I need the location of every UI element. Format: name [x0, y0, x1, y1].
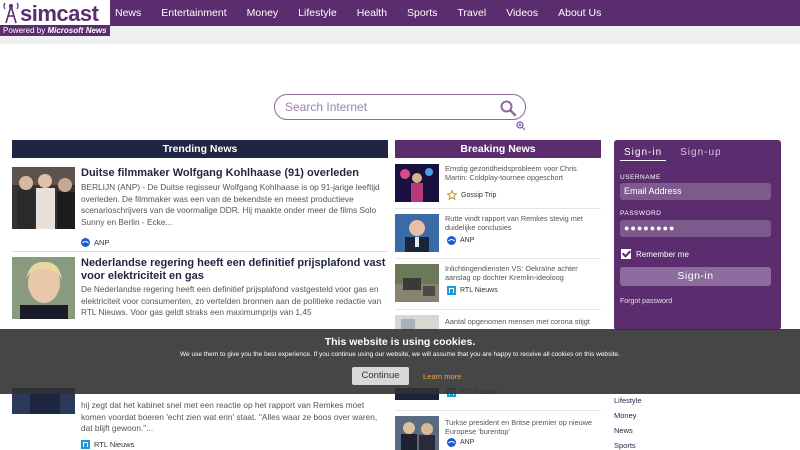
article-snippet: De Nederlandse regering heeft een defini… — [81, 284, 382, 317]
password-field[interactable]: ●●●●●●●● — [620, 220, 771, 237]
news-source: RTL Nieuws — [447, 286, 498, 295]
auth-tabs: Sign-in Sign-up — [620, 146, 736, 161]
breaking-news-item[interactable]: Ernstig gezondheidsprobleem voor Chris M… — [395, 164, 601, 208]
cookie-banner: This website is using cookies. We use th… — [0, 329, 800, 394]
news-thumbnail[interactable] — [395, 214, 439, 252]
article-title[interactable]: Nederlandse regering heeft een definitie… — [81, 257, 386, 283]
rtl-logo-icon — [447, 286, 456, 295]
search-box — [274, 94, 526, 120]
divider — [395, 258, 601, 259]
search-input[interactable] — [285, 98, 495, 116]
trending-article[interactable]: Duitse filmmaker Wolfgang Kohlhaase (91)… — [12, 167, 388, 249]
nav-entertainment[interactable]: Entertainment — [161, 0, 226, 26]
breaking-news-item[interactable]: Rutte vindt rapport van Remkes stevig me… — [395, 214, 601, 258]
news-title[interactable]: Inlichtingendiensten VS: Oekraïne achter… — [445, 264, 601, 282]
anp-logo-icon — [81, 238, 90, 247]
article-snippet: BERLIJN (ANP) - De Duitse regisseur Wolf… — [81, 182, 380, 227]
news-source: Gossip Trip — [447, 190, 496, 200]
nav-about-us[interactable]: About Us — [558, 0, 601, 26]
news-thumbnail[interactable] — [395, 164, 439, 202]
username-label: USERNAME — [620, 174, 661, 181]
article-title[interactable]: Duitse filmmaker Wolfgang Kohlhaase (91)… — [81, 167, 386, 180]
side-links: Lifestyle Money News Sports — [614, 396, 642, 450]
news-source: ANP — [447, 438, 474, 447]
breaking-news-item[interactable]: Inlichtingendiensten VS: Oekraïne achter… — [395, 264, 601, 308]
tab-sign-up[interactable]: Sign-up — [676, 146, 725, 161]
trending-article[interactable]: Nederlandse regering heeft een definitie… — [12, 257, 388, 329]
rtl-logo-icon — [81, 440, 90, 449]
learn-more-link[interactable]: Learn more — [423, 372, 461, 381]
trending-article[interactable]: hij zegt dat het kabinet snel met een re… — [12, 388, 388, 450]
news-source: ANP — [447, 236, 474, 245]
password-label: PASSWORD — [620, 210, 662, 217]
sign-in-button[interactable]: Sign-in — [620, 267, 771, 286]
powered-by-label: Powered by Microsoft News — [0, 25, 110, 36]
forgot-password-link[interactable]: Forgot password — [620, 298, 672, 305]
nav-travel[interactable]: Travel — [457, 0, 486, 26]
article-thumbnail[interactable] — [12, 257, 75, 319]
article-source: RTL Nieuws — [81, 440, 134, 449]
sub-navigation-bar — [0, 26, 800, 44]
nav-lifestyle[interactable]: Lifestyle — [298, 0, 337, 26]
remember-me-checkbox[interactable] — [621, 249, 631, 259]
divider — [12, 251, 388, 252]
cookie-title: This website is using cookies. — [324, 336, 476, 348]
continue-button[interactable]: Continue — [352, 367, 409, 385]
trending-news-header: Trending News — [12, 140, 388, 158]
remember-me-label: Remember me — [636, 249, 689, 259]
star-icon — [447, 190, 457, 200]
brand-logo[interactable]: simcast Powered by Microsoft News — [0, 0, 110, 36]
article-snippet: hij zegt dat het kabinet snel met een re… — [81, 400, 378, 433]
nav-sports[interactable]: Sports — [407, 0, 437, 26]
news-thumbnail[interactable] — [395, 315, 439, 329]
email-field[interactable]: Email Address — [620, 183, 771, 200]
article-source: ANP — [81, 238, 109, 247]
news-title[interactable]: Aantal opgenomen mensen met corona stijg… — [445, 317, 601, 326]
brand-name: simcast — [20, 1, 99, 26]
nav-news[interactable]: News — [115, 0, 141, 26]
nav-health[interactable]: Health — [357, 0, 387, 26]
side-link-lifestyle[interactable]: Lifestyle — [614, 396, 642, 411]
breaking-news-item[interactable]: Turkse president en Britse premier op ni… — [395, 416, 601, 450]
news-title[interactable]: Ernstig gezondheidsprobleem voor Chris M… — [445, 164, 601, 182]
side-link-news[interactable]: News — [614, 426, 642, 441]
tab-sign-in[interactable]: Sign-in — [620, 146, 667, 161]
anp-logo-icon — [447, 438, 456, 447]
sign-in-panel: Sign-in Sign-up USERNAME Email Address P… — [614, 140, 781, 330]
remember-me[interactable]: Remember me — [621, 249, 689, 259]
broadcast-tower-icon — [3, 2, 19, 24]
breaking-news-item[interactable]: Aantal opgenomen mensen met corona stijg… — [395, 315, 601, 329]
side-link-money[interactable]: Money — [614, 411, 642, 426]
zoom-in-icon[interactable] — [516, 121, 526, 131]
article-thumbnail[interactable] — [12, 167, 75, 229]
main-nav: News Entertainment Money Lifestyle Healt… — [115, 0, 621, 26]
news-title[interactable]: Turkse president en Britse premier op ni… — [445, 418, 601, 436]
cookie-message: We use them to give you the best experie… — [180, 351, 620, 358]
nav-money[interactable]: Money — [247, 0, 279, 26]
news-thumbnail[interactable] — [395, 416, 439, 450]
divider — [395, 309, 601, 310]
news-thumbnail[interactable] — [395, 264, 439, 302]
news-title[interactable]: Rutte vindt rapport van Remkes stevig me… — [445, 214, 601, 232]
anp-logo-icon — [447, 236, 456, 245]
divider — [395, 208, 601, 209]
breaking-news-item[interactable]: RTL Nieuws — [395, 388, 601, 408]
side-link-sports[interactable]: Sports — [614, 441, 642, 450]
divider — [395, 410, 601, 411]
breaking-news-header: Breaking News — [395, 140, 601, 158]
search-icon[interactable] — [499, 99, 517, 117]
nav-videos[interactable]: Videos — [506, 0, 538, 26]
